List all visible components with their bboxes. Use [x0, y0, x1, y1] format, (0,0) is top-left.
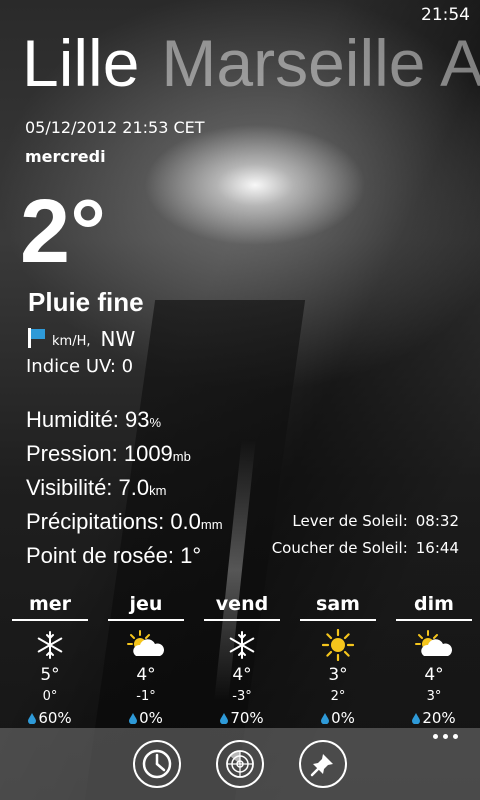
pivot-item-active[interactable]: Lille [22, 28, 139, 100]
forecast-day[interactable]: dim 4° 3° 20% [396, 593, 472, 727]
forecast-day-name: sam [300, 593, 376, 621]
wind-direction: NW [100, 327, 136, 351]
precipitation-row: Précipitations: 0.0mm [26, 506, 223, 540]
current-temperature: 2° [20, 182, 107, 282]
sunset-row: Coucher de Soleil: 16:44 [272, 535, 459, 562]
wind-info: km/H, NW [26, 325, 135, 351]
forecast-precip: 70% [204, 709, 280, 727]
forecast-strip: mer 5° 0° 60% jeu 4° -1° 0% vend 4° -3° … [12, 593, 472, 727]
sun-cloud-icon [396, 627, 472, 663]
forecast-precip-value: 20% [422, 709, 456, 727]
forecast-day[interactable]: sam 3° 2° 0% [300, 593, 376, 727]
snowflake-icon [12, 627, 88, 663]
pivot-item-next[interactable]: Marseille A [161, 28, 480, 100]
uv-index: Indice UV: 0 [26, 356, 133, 377]
sunrise-row: Lever de Soleil: 08:32 [272, 508, 459, 535]
forecast-high: 5° [40, 665, 60, 685]
current-condition: Pluie fine [28, 287, 144, 317]
precipitation-unit: mm [200, 517, 223, 532]
visibility-row: Visibilité: 7.0km [26, 472, 223, 506]
pressure-label: Pression: [26, 441, 118, 466]
forecast-day-name: dim [396, 593, 472, 621]
forecast-high: 4° [424, 665, 444, 685]
forecast-precip-value: 60% [38, 709, 72, 727]
drop-icon [28, 712, 37, 724]
sunset-value: 16:44 [415, 539, 459, 557]
forecast-precip: 0% [300, 709, 376, 727]
sunset-label: Coucher de Soleil: [271, 539, 408, 557]
pressure-unit: mb [172, 449, 191, 464]
uv-label: Indice UV: [26, 356, 116, 377]
forecast-day[interactable]: mer 5° 0° 60% [12, 593, 88, 727]
forecast-precip-value: 0% [331, 709, 355, 727]
forecast-high: 4° [136, 665, 156, 685]
pin-icon [310, 754, 333, 777]
dew-point-row: Point de rosée: 1° [26, 540, 223, 571]
precipitation-label: Précipitations: [26, 509, 165, 534]
forecast-day[interactable]: jeu 4° -1° 0% [108, 593, 184, 727]
more-options-button[interactable] [433, 734, 458, 739]
visibility-unit: km [149, 483, 167, 498]
precipitation-value: 0.0 [170, 509, 201, 534]
sun-cloud-icon [108, 627, 184, 663]
forecast-day-name: jeu [108, 593, 184, 621]
forecast-low: 2° [330, 689, 346, 704]
wind-flag-icon [26, 328, 48, 348]
status-clock: 21:54 [421, 5, 470, 25]
radar-button[interactable] [216, 740, 264, 788]
drop-icon [412, 712, 421, 724]
forecast-precip-value: 70% [230, 709, 264, 727]
wind-unit: km/H, [52, 334, 91, 349]
app-bar [0, 728, 480, 800]
pivot-header: Lille Marseille A [0, 28, 480, 102]
forecast-high: 4° [232, 665, 252, 685]
drop-icon [321, 712, 330, 724]
drop-icon [220, 712, 229, 724]
humidity-label: Humidité: [26, 407, 119, 432]
sun-icon [300, 627, 376, 663]
clock-button[interactable] [133, 740, 181, 788]
dew-point-label: Point de rosée: [26, 543, 174, 568]
forecast-day-name: vend [204, 593, 280, 621]
weekday: mercredi [25, 147, 106, 166]
dew-point-value: 1° [180, 543, 202, 568]
visibility-label: Visibilité: [26, 475, 113, 500]
forecast-day-name: mer [12, 593, 88, 621]
forecast-precip: 0% [108, 709, 184, 727]
uv-value: 0 [121, 356, 134, 377]
observation-datetime: 05/12/2012 21:53 CET [25, 118, 205, 137]
clock-icon [142, 749, 172, 779]
humidity-row: Humidité: 93% [26, 404, 223, 438]
weather-details: Humidité: 93% Pression: 1009mb Visibilit… [26, 404, 223, 571]
forecast-precip: 60% [12, 709, 88, 727]
forecast-low: -1° [136, 689, 156, 704]
humidity-unit: % [149, 415, 162, 430]
forecast-high: 3° [328, 665, 348, 685]
snowflake-icon [204, 627, 280, 663]
forecast-precip: 20% [396, 709, 472, 727]
humidity-value: 93 [125, 407, 150, 432]
sunrise-label: Lever de Soleil: [292, 512, 408, 530]
visibility-value: 7.0 [118, 475, 150, 500]
forecast-low: 3° [426, 689, 442, 704]
drop-icon [129, 712, 138, 724]
pressure-row: Pression: 1009mb [26, 438, 223, 472]
sunrise-value: 08:32 [415, 512, 459, 530]
forecast-low: 0° [42, 689, 58, 704]
pressure-value: 1009 [123, 441, 173, 466]
forecast-day[interactable]: vend 4° -3° 70% [204, 593, 280, 727]
forecast-precip-value: 0% [139, 709, 163, 727]
forecast-low: -3° [232, 689, 252, 704]
pin-button[interactable] [299, 740, 347, 788]
radar-icon [226, 750, 254, 778]
sun-times: Lever de Soleil: 08:32 Coucher de Soleil:… [272, 508, 459, 562]
